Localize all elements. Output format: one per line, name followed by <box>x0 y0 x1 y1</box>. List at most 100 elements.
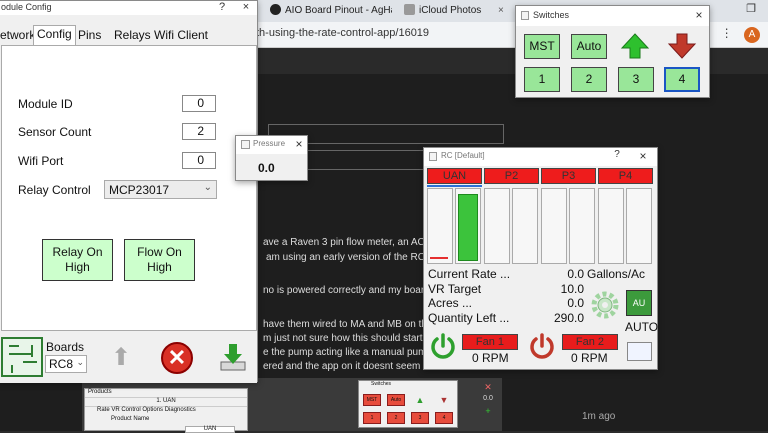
post-timestamp: 1m ago <box>582 411 616 422</box>
mini-products-window: Products 1. UAN Rate VR Control Options … <box>84 388 248 433</box>
close-icon[interactable]: × <box>239 1 253 13</box>
config-panel: Module ID 0 Sensor Count 2 Wifi Port 0 R… <box>1 45 257 331</box>
mini-down-arrow-icon: ▼ <box>435 394 453 406</box>
mini-switch: 3 <box>411 412 429 424</box>
circuit-board-icon[interactable] <box>1 337 43 377</box>
rate-unit: Gallons/Ac <box>587 267 646 281</box>
github-icon <box>270 4 281 15</box>
post-text-line: have them wired to MA and MB on the b <box>263 319 441 330</box>
current-rate-label[interactable]: Current Rate ... <box>428 267 510 281</box>
section-4-button[interactable]: 4 <box>664 67 700 92</box>
sensor-count-label: Sensor Count <box>18 125 92 139</box>
mst-button[interactable]: MST <box>524 34 560 59</box>
up-arrow-icon <box>620 33 650 59</box>
app-icon <box>429 152 437 161</box>
mini-window-title: Switches <box>371 381 392 387</box>
fan1-power-button[interactable] <box>429 332 457 360</box>
acres-label[interactable]: Acres ... <box>428 296 472 310</box>
mini-up-arrow-icon: ▲ <box>411 394 429 406</box>
section-2-button[interactable]: 2 <box>571 67 607 92</box>
pressure-titlebar[interactable]: Pressure × <box>236 136 307 154</box>
acres-value: 0.0 <box>567 296 584 310</box>
profile-avatar[interactable]: A <box>744 27 760 43</box>
boards-value: RC8 <box>49 357 74 371</box>
product-tab-p2[interactable]: P2 <box>484 168 539 184</box>
mini-close-icon: ✕ <box>484 382 492 392</box>
switches-window: Switches × MST Auto 1 2 3 4 <box>515 5 710 98</box>
pressure-window: Pressure × 0.0 <box>235 135 308 181</box>
relay-on-high-button[interactable]: Relay On High <box>42 239 113 281</box>
current-rate-value: 0.0 <box>567 267 584 281</box>
section-1-button[interactable]: 1 <box>524 67 560 92</box>
mini-tabs: Rate VR Control Options Diagnostics <box>97 407 196 413</box>
window-title: odule Config <box>1 2 52 12</box>
fan1-rpm: 0 RPM <box>472 351 509 365</box>
section-bar <box>427 188 453 264</box>
upload-arrow-icon[interactable]: ⬆ <box>111 343 131 372</box>
product-tab-p4[interactable]: P4 <box>598 168 653 184</box>
chevron-down-icon: ⌄ <box>76 357 84 367</box>
restore-icon[interactable]: ❐ <box>746 2 756 15</box>
tab-label: iCloud Photos <box>419 5 482 16</box>
module-config-footer: Boards RC8 ⌄ ⬆ ✕ <box>0 331 257 383</box>
mini-row-label: Product Name <box>111 416 150 422</box>
module-id-label: Module ID <box>18 97 73 111</box>
switches-titlebar[interactable]: Switches × <box>516 6 709 26</box>
relay-control-select[interactable]: MCP23017 ⌄ <box>104 180 217 199</box>
relay-control-label: Relay Control <box>18 183 91 197</box>
mini-switch: 4 <box>435 412 453 424</box>
rate-down-button[interactable] <box>667 32 697 63</box>
fan2-button[interactable]: Fan 2 <box>562 334 618 350</box>
tab-config[interactable]: Config <box>33 25 76 47</box>
rate-up-button[interactable] <box>620 32 650 63</box>
quantity-left-value: 290.0 <box>553 311 584 325</box>
cancel-button[interactable]: ✕ <box>161 342 193 374</box>
post-text-line: m just not sure how this should start to… <box>263 333 442 344</box>
pressure-value: 0.0 <box>258 161 275 175</box>
boards-select[interactable]: RC8 ⌄ <box>45 355 87 373</box>
power-icon <box>530 333 554 359</box>
help-icon[interactable]: ? <box>610 149 624 160</box>
close-icon[interactable]: × <box>692 8 706 22</box>
help-icon[interactable]: ? <box>215 1 229 13</box>
module-config-window: odule Config ? × etwork Config Pins Rela… <box>0 0 258 383</box>
cloud-icon <box>404 4 415 15</box>
boards-label: Boards <box>46 340 85 354</box>
post-text-line: ave a Raven 3 pin flow meter, an ACE p <box>263 237 440 248</box>
auto-mode-icon[interactable]: AU <box>626 290 652 316</box>
close-icon[interactable]: × <box>292 137 306 151</box>
close-icon[interactable]: × <box>636 149 650 163</box>
product-tab-p3[interactable]: P3 <box>541 168 596 184</box>
tab-label: AIO Board Pinout - AgHard <box>285 5 392 16</box>
module-config-titlebar[interactable]: odule Config ? × <box>0 1 257 15</box>
rc-titlebar[interactable]: RC [Default] ? × <box>424 148 657 166</box>
monitor-icon[interactable] <box>627 342 652 361</box>
fan1-button[interactable]: Fan 1 <box>462 334 518 350</box>
app-icon <box>241 140 250 149</box>
chevron-down-icon: ⌄ <box>203 182 212 193</box>
download-button[interactable] <box>219 342 247 372</box>
url-text[interactable]: th-using-the-rate-control-app/16019 <box>256 27 429 39</box>
product-tab-uan[interactable]: UAN <box>427 168 482 184</box>
sensor-count-input[interactable]: 2 <box>182 123 216 140</box>
module-id-input[interactable]: 0 <box>182 95 216 112</box>
flow-on-high-button[interactable]: Flow On High <box>124 239 195 281</box>
browser-tab[interactable]: AIO Board Pinout - AgHard × <box>262 0 392 22</box>
auto-button[interactable]: Auto <box>571 34 607 59</box>
tab-wifi-client[interactable]: Wifi Client <box>151 27 211 45</box>
menu-icon[interactable]: ⋮ <box>721 26 733 40</box>
tab-pins[interactable]: Pins <box>75 27 104 45</box>
vr-target-value: 10.0 <box>560 282 584 296</box>
post-text-line: am using an early version of the RC_8 <box>266 252 437 263</box>
settings-button[interactable] <box>591 291 619 319</box>
mini-switch: MST <box>363 394 381 406</box>
auto-label: AUTO <box>625 320 659 334</box>
tab-close-icon[interactable]: × <box>498 5 504 16</box>
quantity-left-label[interactable]: Quantity Left ... <box>428 311 509 325</box>
fan2-power-button[interactable] <box>528 332 556 360</box>
tab-relays[interactable]: Relays <box>111 27 154 45</box>
wifi-port-input[interactable]: 0 <box>182 152 216 169</box>
browser-tab[interactable]: iCloud Photos × <box>396 0 514 22</box>
section-bar <box>626 188 652 264</box>
section-3-button[interactable]: 3 <box>618 67 654 92</box>
